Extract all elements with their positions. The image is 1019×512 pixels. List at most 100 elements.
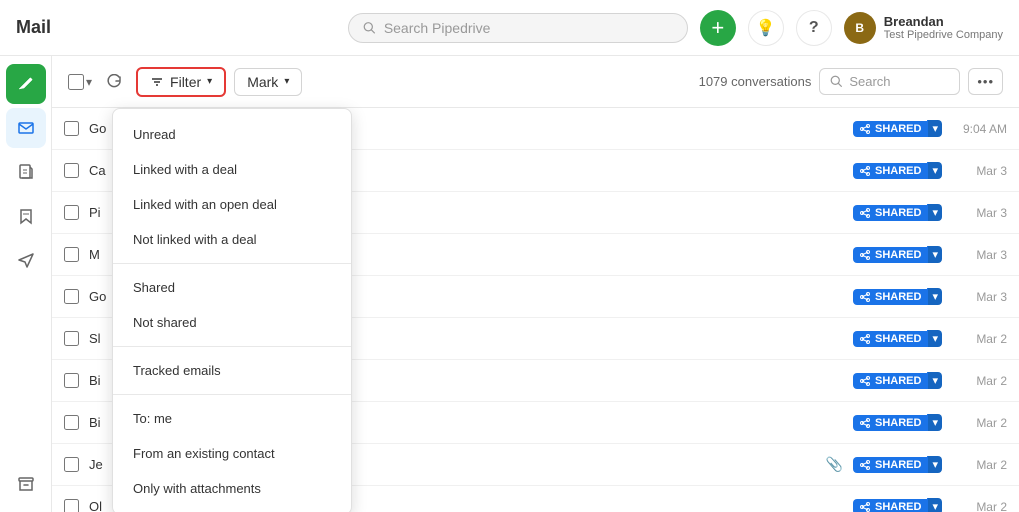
shared-badge[interactable]: SHARED bbox=[853, 457, 927, 473]
more-button[interactable]: ••• bbox=[968, 68, 1003, 95]
sidebar-item-documents[interactable] bbox=[6, 152, 46, 192]
app-title: Mail bbox=[16, 17, 51, 38]
shared-badge[interactable]: SHARED bbox=[853, 205, 927, 221]
shared-badge[interactable]: SHARED bbox=[853, 121, 927, 137]
email-search-input[interactable] bbox=[849, 74, 949, 89]
mark-chevron: ▾ bbox=[284, 76, 289, 87]
shared-badge-dropdown[interactable]: ▾ bbox=[927, 372, 942, 389]
email-toolbar: ▾ Filter ▾ Mark ▾ bbox=[52, 56, 1019, 108]
shared-badge[interactable]: SHARED bbox=[853, 331, 927, 347]
filter-dropdown-item[interactable]: Unread bbox=[113, 117, 351, 152]
shared-badge-dropdown[interactable]: ▾ bbox=[927, 120, 942, 137]
shared-badge-wrap[interactable]: SHARED ▾ bbox=[853, 456, 942, 473]
email-checkbox[interactable] bbox=[64, 415, 79, 430]
bookmark-icon bbox=[17, 207, 35, 225]
shared-badge-wrap[interactable]: SHARED ▾ bbox=[853, 120, 942, 137]
compose-icon bbox=[17, 75, 35, 93]
sidebar-item-send[interactable] bbox=[6, 240, 46, 280]
email-checkbox[interactable] bbox=[64, 163, 79, 178]
filter-dropdown-item[interactable]: Linked with an open deal bbox=[113, 187, 351, 222]
shared-badge-dropdown[interactable]: ▾ bbox=[927, 246, 942, 263]
search-icon bbox=[363, 21, 376, 35]
dropdown-divider bbox=[113, 394, 351, 395]
shared-badge-dropdown[interactable]: ▾ bbox=[927, 288, 942, 305]
filter-dropdown-item[interactable]: Tracked emails bbox=[113, 353, 351, 388]
user-company: Test Pipedrive Company bbox=[884, 29, 1003, 41]
lightbulb-icon: 💡 bbox=[756, 18, 776, 38]
send-icon bbox=[17, 251, 35, 269]
shared-badge-wrap[interactable]: SHARED ▾ bbox=[853, 414, 942, 431]
user-name: Breandan bbox=[884, 14, 1003, 29]
filter-dropdown-item[interactable]: Shared bbox=[113, 270, 351, 305]
share-icon bbox=[859, 123, 871, 135]
shared-badge-dropdown[interactable]: ▾ bbox=[927, 330, 942, 347]
shared-badge[interactable]: SHARED bbox=[853, 499, 927, 512]
filter-dropdown-item[interactable]: To: me bbox=[113, 401, 351, 436]
email-checkbox[interactable] bbox=[64, 247, 79, 262]
email-checkbox[interactable] bbox=[64, 205, 79, 220]
email-checkbox[interactable] bbox=[64, 373, 79, 388]
global-search-bar[interactable] bbox=[348, 13, 688, 43]
email-checkbox[interactable] bbox=[64, 289, 79, 304]
filter-button[interactable]: Filter ▾ bbox=[136, 67, 226, 97]
email-checkbox[interactable] bbox=[64, 457, 79, 472]
select-all-wrap[interactable]: ▾ bbox=[68, 74, 92, 90]
email-search-bar[interactable] bbox=[819, 68, 960, 95]
email-date: 9:04 AM bbox=[952, 122, 1007, 136]
shared-badge-dropdown[interactable]: ▾ bbox=[927, 414, 942, 431]
email-date: Mar 2 bbox=[952, 416, 1007, 430]
filter-dropdown-item[interactable]: Only with attachments bbox=[113, 471, 351, 506]
conversations-count: 1079 conversations bbox=[699, 74, 812, 89]
shared-badge-wrap[interactable]: SHARED ▾ bbox=[853, 498, 942, 512]
refresh-button[interactable] bbox=[100, 68, 128, 96]
mark-button[interactable]: Mark ▾ bbox=[234, 68, 302, 96]
share-icon bbox=[859, 417, 871, 429]
refresh-icon bbox=[106, 74, 122, 90]
shared-badge-wrap[interactable]: SHARED ▾ bbox=[853, 330, 942, 347]
select-all-checkbox[interactable] bbox=[68, 74, 84, 90]
email-checkbox[interactable] bbox=[64, 331, 79, 346]
email-checkbox[interactable] bbox=[64, 121, 79, 136]
email-checkbox[interactable] bbox=[64, 499, 79, 512]
filter-icon bbox=[150, 75, 164, 89]
main-content: ▾ Filter ▾ Mark ▾ bbox=[52, 56, 1019, 512]
more-icon: ••• bbox=[977, 74, 994, 89]
shared-badge-dropdown[interactable]: ▾ bbox=[927, 498, 942, 512]
email-date: Mar 3 bbox=[952, 206, 1007, 220]
shared-badge[interactable]: SHARED bbox=[853, 415, 927, 431]
email-date: Mar 2 bbox=[952, 500, 1007, 512]
filter-dropdown-item[interactable]: Not linked with a deal bbox=[113, 222, 351, 257]
sidebar-item-mail[interactable] bbox=[6, 108, 46, 148]
shared-badge[interactable]: SHARED bbox=[853, 163, 927, 179]
sidebar-item-compose[interactable] bbox=[6, 64, 46, 104]
shared-badge[interactable]: SHARED bbox=[853, 373, 927, 389]
email-date: Mar 2 bbox=[952, 458, 1007, 472]
shared-badge-dropdown[interactable]: ▾ bbox=[927, 456, 942, 473]
help-button[interactable]: ? bbox=[796, 10, 832, 46]
sidebar-item-archive[interactable] bbox=[6, 464, 46, 504]
attachment-icon: 📎 bbox=[826, 456, 843, 473]
email-date: Mar 3 bbox=[952, 290, 1007, 304]
global-search-input[interactable] bbox=[384, 20, 673, 36]
shared-badge[interactable]: SHARED bbox=[853, 247, 927, 263]
lightbulb-button[interactable]: 💡 bbox=[748, 10, 784, 46]
shared-badge-wrap[interactable]: SHARED ▾ bbox=[853, 288, 942, 305]
shared-badge-wrap[interactable]: SHARED ▾ bbox=[853, 246, 942, 263]
document-icon bbox=[17, 163, 35, 181]
shared-badge-wrap[interactable]: SHARED ▾ bbox=[853, 372, 942, 389]
email-date: Mar 2 bbox=[952, 332, 1007, 346]
filter-dropdown-item[interactable]: From an existing contact bbox=[113, 436, 351, 471]
add-button[interactable]: + bbox=[700, 10, 736, 46]
sidebar-item-bookmarks[interactable] bbox=[6, 196, 46, 236]
filter-dropdown-item[interactable]: Linked with a deal bbox=[113, 152, 351, 187]
shared-badge-wrap[interactable]: SHARED ▾ bbox=[853, 162, 942, 179]
mail-icon bbox=[17, 119, 35, 137]
shared-badge-dropdown[interactable]: ▾ bbox=[927, 162, 942, 179]
select-all-chevron[interactable]: ▾ bbox=[86, 75, 92, 89]
shared-badge-wrap[interactable]: SHARED ▾ bbox=[853, 204, 942, 221]
shared-badge[interactable]: SHARED bbox=[853, 289, 927, 305]
top-navigation: Mail + 💡 ? B Breandan Test Pipedrive Com… bbox=[0, 0, 1019, 56]
filter-dropdown-item[interactable]: Not shared bbox=[113, 305, 351, 340]
shared-badge-dropdown[interactable]: ▾ bbox=[927, 204, 942, 221]
user-menu[interactable]: B Breandan Test Pipedrive Company bbox=[844, 12, 1003, 44]
